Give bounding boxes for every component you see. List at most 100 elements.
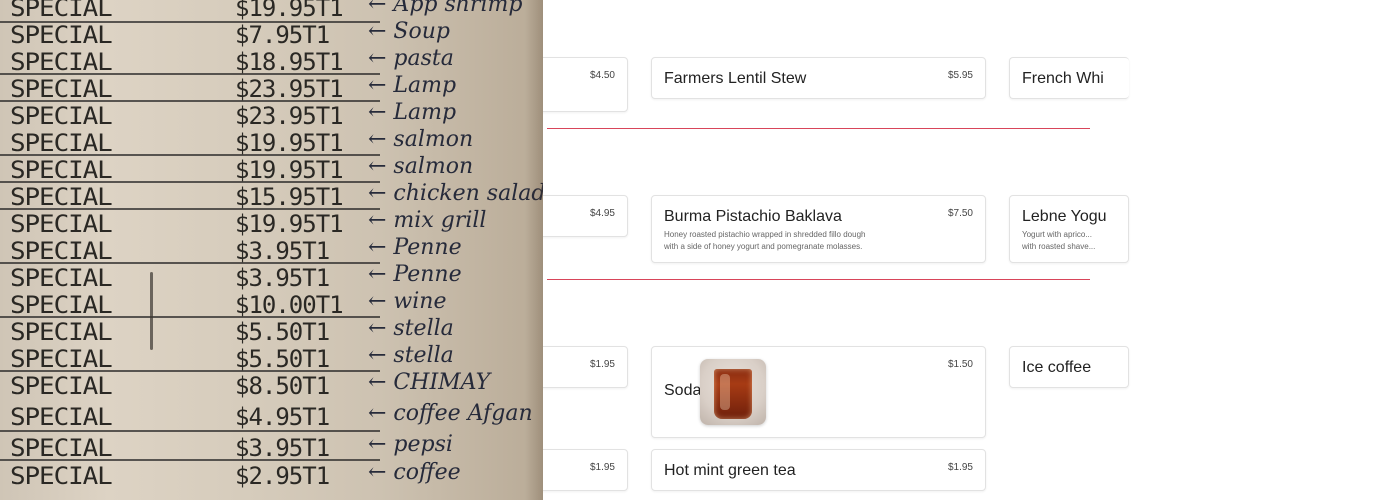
ink-underline (0, 459, 380, 461)
receipt-price: $3.95T1 (235, 237, 330, 265)
item-price: $1.95 (589, 462, 615, 473)
receipt-price: $5.50T1 (235, 345, 330, 373)
receipt-label: SPECIAL (10, 48, 113, 76)
item-name: Farmers Lentil Stew (664, 70, 807, 87)
item-price: $5.95 (947, 70, 973, 81)
soda-image (700, 359, 766, 425)
item-price: $4.50 (589, 70, 615, 81)
receipt-note: ← CHIMAY (368, 370, 491, 395)
ink-underline (0, 181, 380, 183)
receipt-label: SPECIAL (10, 318, 113, 346)
receipt-row: SPECIAL $19.95T1 ← salmon (0, 127, 543, 157)
receipt-price: $18.95T1 (235, 48, 344, 76)
item-price: $1.50 (947, 359, 973, 370)
item-name: Ice coffee (1022, 359, 1092, 376)
receipt-label: SPECIAL (10, 102, 113, 130)
receipt-price: $19.95T1 (235, 210, 344, 238)
item-name: Lebne Yogu (1022, 208, 1107, 225)
receipt-price: $5.50T1 (235, 318, 330, 346)
receipt-label: SPECIAL (10, 462, 113, 490)
ink-underline (0, 316, 380, 318)
ink-underline (0, 73, 380, 75)
receipt-label: SPECIAL (10, 210, 113, 238)
receipt-note: ← Soup (368, 19, 450, 44)
ink-underline (0, 208, 380, 210)
receipt-row: SPECIAL $10.00T1 ← wine (0, 289, 543, 319)
menu-item-card[interactable]: French Whi (1009, 57, 1129, 99)
receipt-label: SPECIAL (10, 345, 113, 373)
receipt-note: ← pepsi (368, 432, 453, 457)
item-name: Burma Pistachio Baklava (664, 208, 842, 225)
receipt-price: $15.95T1 (235, 183, 344, 211)
item-price: $7.50 (947, 208, 973, 219)
receipt-price: $7.95T1 (235, 21, 330, 49)
receipt-label: SPECIAL (10, 264, 113, 292)
receipt-note: ← Lamp (368, 100, 457, 125)
receipt-price: $10.00T1 (235, 291, 344, 319)
receipt-price: $23.95T1 (235, 75, 344, 103)
receipt-row: SPECIAL $7.95T1 ← Soup (0, 19, 543, 49)
receipt-row: SPECIAL $3.95T1 ← pepsi (0, 432, 543, 462)
item-price: $1.95 (589, 359, 615, 370)
section-divider (547, 128, 1090, 129)
ink-underline (0, 262, 380, 264)
receipt-note: ← salmon (368, 127, 474, 152)
receipt-row: SPECIAL $4.95T1 ← coffee Afgan (0, 401, 543, 431)
receipt-price: $3.95T1 (235, 264, 330, 292)
receipt-price: $4.95T1 (235, 403, 330, 431)
ink-underline (0, 100, 380, 102)
item-price: $1.95 (947, 462, 973, 473)
receipt-note: ← pasta (368, 46, 454, 71)
receipt-label: SPECIAL (10, 434, 113, 462)
receipt-note: ← wine (368, 289, 447, 314)
receipt-label: SPECIAL (10, 21, 113, 49)
receipt-note: ← salmon (368, 154, 474, 179)
receipt-note: ← coffee Afgan (368, 401, 533, 426)
receipt-row: SPECIAL $8.50T1 ← CHIMAY (0, 370, 543, 400)
receipt-note: ← stella (368, 316, 454, 341)
receipt-label: SPECIAL (10, 156, 113, 184)
receipt-price: $8.50T1 (235, 372, 330, 400)
receipt-label: SPECIAL (10, 129, 113, 157)
receipt-row: SPECIAL $18.95T1 ← pasta (0, 46, 543, 76)
section-divider (547, 279, 1090, 280)
receipt-label: SPECIAL (10, 372, 113, 400)
receipt-photo: SPECIAL $19.95T1 ← App shrimp SPECIAL $7.95… (0, 0, 543, 500)
item-description: Honey roasted pistachio wrapped in shred… (664, 230, 866, 251)
receipt-label: SPECIAL (10, 75, 113, 103)
receipt-row: SPECIAL $19.95T1 ← mix grill (0, 208, 543, 238)
receipt-row: SPECIAL $19.95T1 ← salmon (0, 154, 543, 184)
receipt-note: ← chicken salad (368, 181, 543, 206)
menu-item-card[interactable]: Farmers Lentil Stew $5.95 (651, 57, 986, 99)
ink-underline (0, 370, 380, 372)
item-name: Hot mint green tea (664, 462, 796, 479)
ink-scribble (150, 272, 153, 350)
receipt-row: SPECIAL $2.95T1 ← coffee (0, 460, 543, 490)
receipt-label: SPECIAL (10, 183, 113, 211)
receipt-price: $19.95T1 (235, 0, 344, 22)
receipt-row: SPECIAL $23.95T1 ← Lamp (0, 100, 543, 130)
receipt-price: $23.95T1 (235, 102, 344, 130)
receipt-row: SPECIAL $3.95T1 ← Penne (0, 235, 543, 265)
menu-item-card[interactable]: Ice coffee (1009, 346, 1129, 388)
receipt-row: SPECIAL $19.95T1 ← App shrimp (0, 0, 543, 22)
receipt-price: $2.95T1 (235, 462, 330, 490)
ink-underline (0, 21, 380, 23)
receipt-label: SPECIAL (10, 403, 113, 431)
ink-underline (0, 154, 380, 156)
item-name: Soda (664, 382, 702, 399)
menu-item-card[interactable]: Soda $1.50 (651, 346, 986, 438)
receipt-price: $19.95T1 (235, 129, 344, 157)
receipt-row: SPECIAL $15.95T1 ← chicken salad (0, 181, 543, 211)
menu-item-card[interactable]: Burma Pistachio Baklava Honey roasted pi… (651, 195, 986, 263)
receipt-row: SPECIAL $5.50T1 ← stella (0, 343, 543, 373)
item-name: French Whi (1022, 70, 1104, 87)
menu-item-card[interactable]: Hot mint green tea $1.95 (651, 449, 986, 491)
item-price: $4.95 (589, 208, 615, 219)
receipt-label: SPECIAL (10, 291, 113, 319)
receipt-note: ← stella (368, 343, 454, 368)
menu-item-card[interactable]: Lebne Yogu Yogurt with aprico... with ro… (1009, 195, 1129, 263)
receipt-note: ← App shrimp (368, 0, 523, 17)
receipt-note: ← Lamp (368, 73, 457, 98)
ink-underline (0, 430, 380, 432)
